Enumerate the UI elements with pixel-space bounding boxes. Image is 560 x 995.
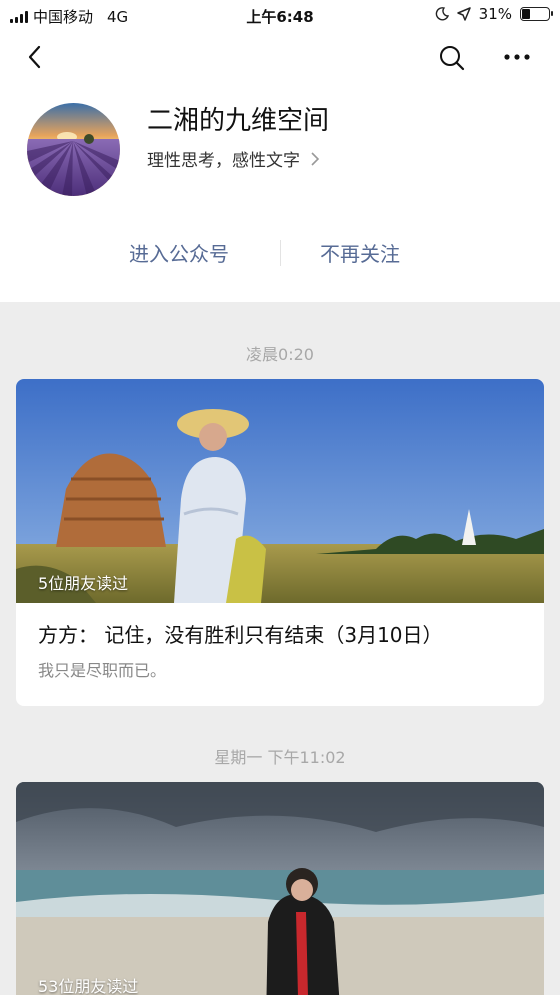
account-header: 二湘的九维空间 理性思考，感性文字 进入公众号 不再关注 [0,30,560,302]
article-digest: 我只是尽职而已。 [38,661,167,680]
battery-icon [520,7,553,21]
more-icon[interactable] [502,50,532,64]
article-card[interactable]: 5位朋友读过 方方： 记住，没有胜利只有结束（3月10日） 我只是尽职而已。 [16,379,544,706]
status-bar: 中国移动 4G 上午6:48 31% [0,0,560,30]
article-cover-image [16,782,544,995]
chevron-right-icon [311,151,320,166]
article-card[interactable]: 53位朋友读过 [16,782,544,995]
search-icon[interactable] [438,44,466,72]
unfollow-button[interactable]: 不再关注 [320,238,400,267]
account-name: 二湘的九维空间 [147,106,330,136]
status-right: 31% [435,5,553,23]
feed-time: 凌晨0:20 [246,345,314,364]
action-divider [280,240,281,266]
account-avatar[interactable] [27,103,120,196]
back-arrow-icon[interactable] [22,42,50,72]
enter-account-button[interactable]: 进入公众号 [129,238,229,267]
battery-percent: 31% [478,5,512,23]
read-count: 5位朋友读过 [38,574,129,593]
location-arrow-icon [456,7,471,21]
read-count: 53位朋友读过 [38,977,139,995]
feed-time: 星期一 下午11:02 [214,748,346,767]
article-title: 方方： 记住，没有胜利只有结束（3月10日） [38,623,443,647]
account-description[interactable]: 理性思考，感性文字 [147,146,320,171]
account-description-text: 理性思考，感性文字 [147,151,300,171]
battery-fill [522,9,531,19]
moon-icon [435,7,449,21]
account-actions: 进入公众号 不再关注 [0,230,560,274]
